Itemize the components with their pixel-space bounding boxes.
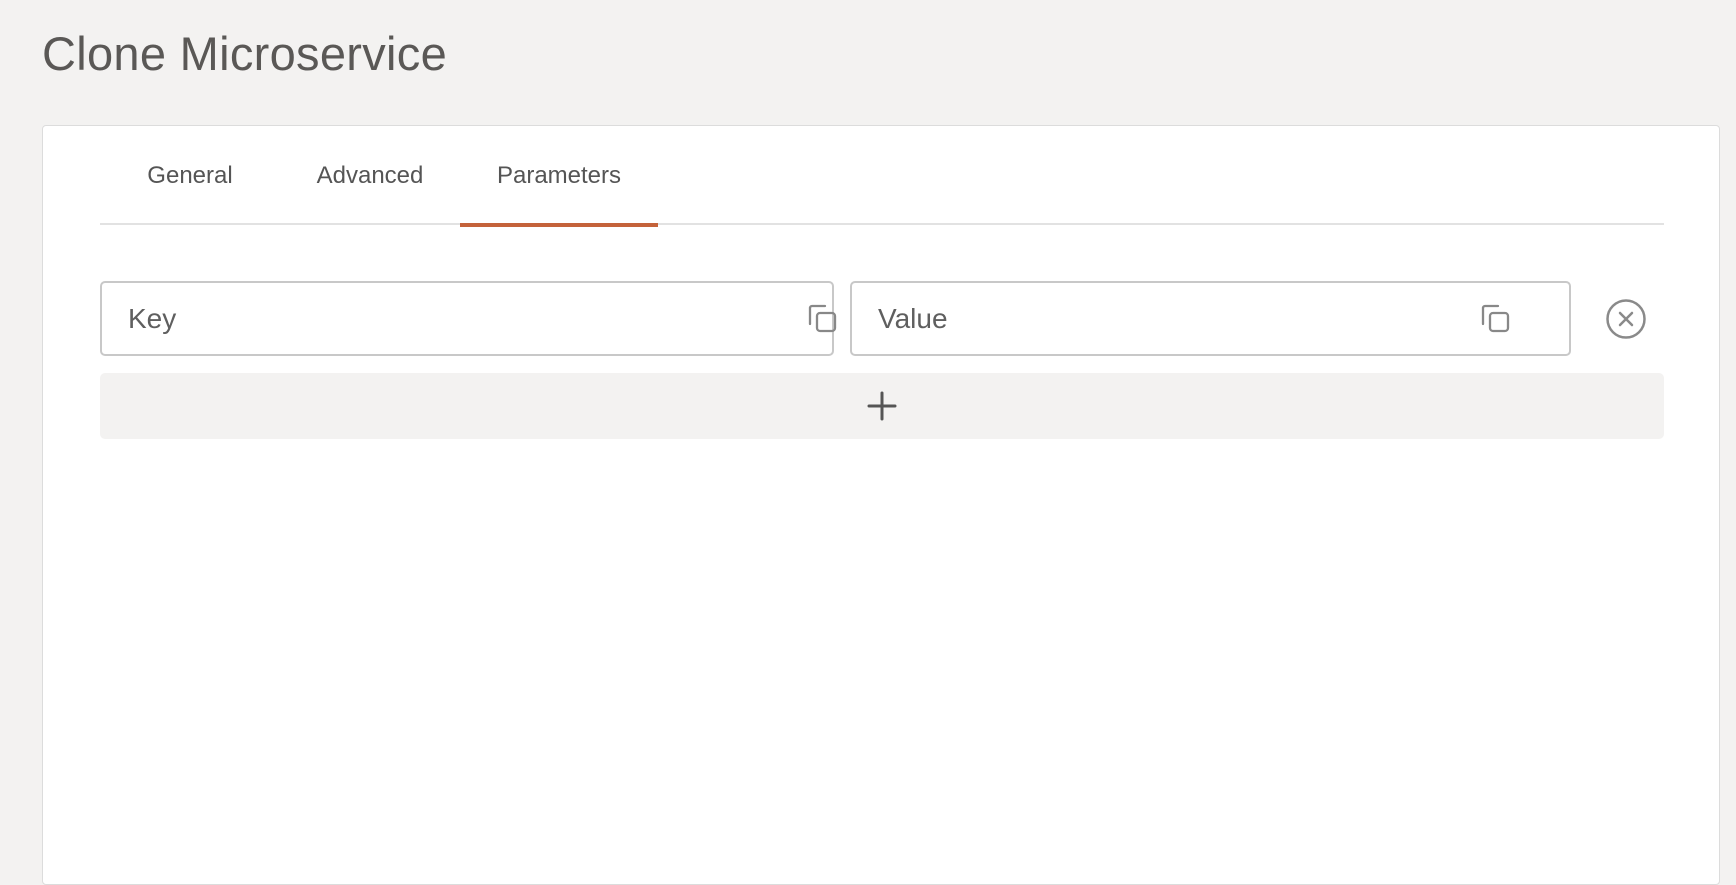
value-field [850, 281, 1571, 356]
value-copy-icon[interactable] [1479, 302, 1513, 336]
key-copy-icon[interactable] [806, 302, 840, 336]
key-field [100, 281, 837, 356]
tab-parameters[interactable]: Parameters [460, 126, 658, 227]
tab-bar: General Advanced Parameters [100, 126, 1664, 227]
plus-icon [867, 391, 897, 421]
tab-advanced[interactable]: Advanced [280, 126, 460, 225]
page-title: Clone Microservice [42, 27, 448, 80]
remove-parameter-close-circle-icon[interactable] [1605, 298, 1647, 340]
add-parameter-button[interactable] [100, 373, 1664, 439]
parameters-card: General Advanced Parameters [42, 125, 1720, 885]
tab-general[interactable]: General [100, 126, 280, 225]
value-input[interactable] [878, 283, 1475, 354]
key-input[interactable] [128, 283, 738, 354]
